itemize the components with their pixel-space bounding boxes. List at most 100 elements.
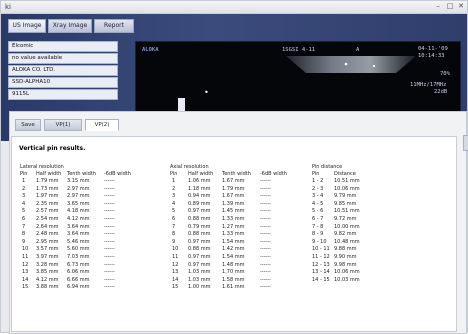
maximize-icon[interactable]: □ — [445, 2, 455, 11]
probe-label: 1SGSI 4-11 — [282, 47, 316, 53]
distance-row-cell: 10.48 mm — [334, 238, 360, 245]
info-field: SSD-ALPHA10 — [8, 77, 118, 88]
lateral-section-title: Lateral resolution — [20, 164, 64, 170]
minimize-icon[interactable]: – — [433, 2, 443, 11]
axial-row-cell: 14 — [172, 276, 179, 283]
tab-vp2[interactable]: VP(2) — [85, 119, 119, 131]
lateral-row-cell: 1.73 mm — [36, 185, 59, 192]
lateral-row-cell: 10 — [22, 246, 29, 253]
axial-row-cell: ------ — [260, 208, 271, 215]
distance-row-cell: 6 - 7 — [312, 216, 324, 222]
distance-row-cell: 2 - 3 — [312, 185, 324, 192]
lateral-row-cell: 2.97 mm — [67, 193, 90, 200]
lateral-row-cell: 3.15 mm — [67, 178, 90, 184]
lateral-row-cell: 9 — [22, 238, 26, 245]
results-panel: Save VP(1) VP(2) Vertical pin results. L… — [9, 111, 467, 334]
axial-row-cell: 12 — [172, 261, 179, 268]
axial-row-cell: 13 — [172, 269, 179, 276]
lateral-row-cell: 11 — [22, 254, 29, 260]
axial-row-cell: 1.54 mm — [222, 238, 245, 245]
lateral-row-cell: 4 — [22, 200, 26, 207]
lateral-row-cell: ------ — [104, 231, 115, 238]
axial-row-cell: 1.42 mm — [222, 246, 245, 253]
gain-label: 22dB — [434, 89, 448, 95]
lateral-row-cell: 12 — [22, 261, 29, 268]
distance-row-cell: 10 - 11 — [312, 246, 330, 253]
scroll-handle[interactable] — [463, 135, 468, 151]
axial-row-cell: ------ — [260, 261, 271, 268]
axial-row-cell: 1.03 mm — [188, 269, 211, 276]
lateral-row-cell: 3.65 mm — [67, 200, 90, 207]
lateral-row-cell: 2.54 mm — [36, 216, 59, 222]
axial-row-cell: 1.18 mm — [188, 185, 211, 192]
distance-section-title: Pin distance — [312, 164, 343, 170]
axial-row-cell: 1.27 mm — [222, 223, 245, 230]
axial-row-cell: 1.33 mm — [222, 231, 245, 238]
tab-report[interactable]: Report — [94, 19, 134, 33]
lateral-row-cell: ------ — [104, 193, 115, 200]
device-info-panel: Elcomic no value available ALOKA CO. LTD… — [8, 41, 118, 119]
lateral-row-cell: 2.95 mm — [36, 238, 59, 245]
distance-row-cell: 14 - 15 — [312, 276, 330, 283]
lateral-row-cell: 2 — [22, 185, 26, 192]
axial-row-cell: 11 — [172, 254, 179, 260]
close-icon[interactable]: ✕ — [456, 2, 466, 11]
axial-row-cell: 1.67 mm — [222, 193, 245, 200]
lateral-row-cell: ------ — [104, 238, 115, 245]
tab-xray-image[interactable]: Xray Image — [48, 19, 92, 33]
axial-row-cell: 1.33 mm — [222, 216, 245, 222]
title-bar: ki – □ ✕ — [1, 1, 467, 14]
axial-row-cell: 0.97 mm — [188, 254, 211, 260]
lateral-row-cell: 2.48 mm — [36, 231, 59, 238]
info-field: Elcomic — [8, 41, 118, 52]
axial-row-cell: 8 — [172, 231, 176, 238]
axial-row-cell: ------ — [260, 246, 271, 253]
lateral-row-cell: 3.64 mm — [67, 223, 90, 230]
lateral-row-cell: ------ — [104, 261, 115, 268]
lateral-row-cell: 5 — [22, 208, 26, 215]
tab-save[interactable]: Save — [15, 119, 41, 131]
axial-row-cell: ------ — [260, 193, 271, 200]
info-field: 9115L — [8, 89, 118, 100]
scan-image — [286, 56, 416, 73]
lateral-row-cell: ------ — [104, 223, 115, 230]
info-field: no value available — [8, 53, 118, 64]
axial-row-cell: 15 — [172, 284, 179, 291]
lateral-row-cell: 2.57 mm — [36, 208, 59, 215]
distance-row-cell: 9.79 mm — [334, 193, 357, 200]
axial-row-cell: 0.88 mm — [188, 216, 211, 222]
axial-row-cell: ------ — [260, 276, 271, 283]
axial-row-cell: 4 — [172, 200, 176, 207]
axial-col-half: Half width — [188, 171, 214, 177]
distance-row-cell: 12 - 13 — [312, 261, 330, 268]
axial-row-cell: 0.88 mm — [188, 231, 211, 238]
lateral-col-pin: Pin — [20, 171, 28, 177]
distance-row-cell: 10.06 mm — [334, 185, 360, 192]
axial-row-cell: 0.97 mm — [188, 208, 211, 215]
tab-vp1[interactable]: VP(1) — [44, 119, 82, 131]
distance-row-cell: 10.03 mm — [334, 276, 360, 283]
axial-row-cell: ------ — [260, 216, 271, 222]
distance-row-cell: 11 - 12 — [312, 254, 330, 260]
distance-row-cell: 9.82 mm — [334, 231, 357, 238]
axial-row-cell: 6 — [172, 216, 176, 222]
axial-col-tenth: Tenth width — [222, 171, 251, 177]
axial-row-cell: 0.97 mm — [188, 238, 211, 245]
axial-row-cell: ------ — [260, 269, 271, 276]
axial-row-cell: 1.70 mm — [222, 269, 245, 276]
mode-label: A — [356, 47, 360, 53]
lateral-row-cell: ------ — [104, 208, 115, 215]
info-field: ALOKA CO. LTD. — [8, 65, 118, 76]
axial-row-cell: 7 — [172, 223, 176, 230]
lateral-row-cell: ------ — [104, 246, 115, 253]
axial-row-cell: 0.89 mm — [188, 200, 211, 207]
axial-row-cell: 0.97 mm — [188, 261, 211, 268]
distance-col-distance: Distance — [334, 171, 356, 177]
distance-row-cell: 10.51 mm — [334, 208, 360, 215]
axial-row-cell: 1.79 mm — [222, 185, 245, 192]
tab-us-image[interactable]: US Image — [8, 19, 46, 33]
lateral-row-cell: 2.35 mm — [36, 200, 59, 207]
lateral-row-cell: 3.57 mm — [36, 246, 59, 253]
lateral-row-cell: 4.12 mm — [36, 276, 59, 283]
lateral-col-6db: -6dB width — [104, 171, 131, 177]
